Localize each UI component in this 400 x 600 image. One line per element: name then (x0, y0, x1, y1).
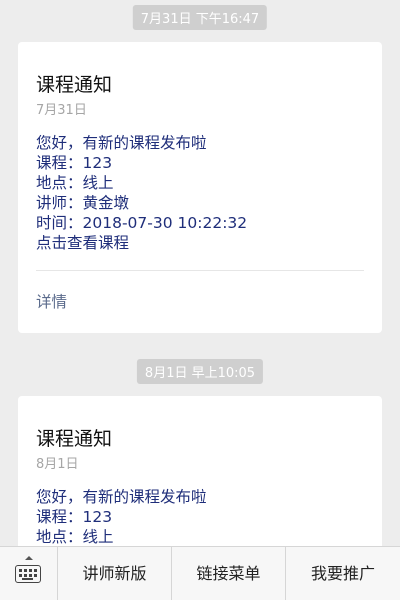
lecturer-row: 讲师：黄金墩 (36, 193, 129, 213)
location-value: 线上 (82, 528, 114, 546)
location-value: 线上 (82, 174, 114, 192)
location-label: 地点： (36, 174, 83, 192)
card-divider (36, 270, 364, 271)
course-label: 课程： (36, 508, 83, 526)
greeting-text: 您好，有新的课程发布啦 (36, 488, 207, 506)
course-row: 课程：123 (36, 507, 112, 527)
menu-promote[interactable]: 我要推广 (286, 547, 400, 600)
location-row: 地点：线上 (36, 527, 114, 546)
timestamp-badge: 8月1日 早上10:05 (136, 359, 264, 384)
location-label: 地点： (36, 528, 83, 546)
card-title: 课程通知 (36, 428, 113, 450)
course-value: 123 (82, 508, 113, 526)
course-notice-card[interactable]: 课程通知 8月1日 您好，有新的课程发布啦 课程：123 地点：线上 (18, 396, 382, 546)
lecturer-label: 讲师： (36, 194, 83, 212)
message-feed[interactable]: 7月31日 下午16:47 课程通知 7月31日 您好，有新的课程发布啦 课程：… (0, 0, 400, 546)
lecturer-value: 黄金墩 (82, 194, 130, 212)
keyboard-icon (15, 565, 41, 583)
location-row: 地点：线上 (36, 173, 114, 193)
course-value: 123 (82, 154, 113, 172)
card-date: 8月1日 (36, 457, 79, 472)
course-row: 课程：123 (36, 153, 112, 173)
time-value: 2018-07-30 10:22:32 (82, 214, 248, 232)
keyboard-toggle-button[interactable] (0, 547, 58, 600)
menu-lecturer-new[interactable]: 讲师新版 (58, 547, 172, 600)
greeting-text: 您好，有新的课程发布啦 (36, 134, 207, 152)
course-label: 课程： (36, 154, 83, 172)
card-title: 课程通知 (36, 74, 113, 96)
menu-link[interactable]: 链接菜单 (172, 547, 286, 600)
caret-up-icon (25, 556, 33, 560)
view-course-link[interactable]: 点击查看课程 (36, 233, 129, 253)
time-label: 时间： (36, 214, 83, 232)
timestamp-badge: 7月31日 下午16:47 (132, 5, 268, 30)
detail-link[interactable]: 详情 (36, 290, 67, 312)
bottom-menu-bar: 讲师新版 链接菜单 我要推广 (0, 546, 400, 600)
course-notice-card[interactable]: 课程通知 7月31日 您好，有新的课程发布啦 课程：123 地点：线上 讲师：黄… (18, 42, 382, 333)
card-date: 7月31日 (36, 103, 87, 118)
time-row: 时间：2018-07-30 10:22:32 (36, 213, 247, 233)
